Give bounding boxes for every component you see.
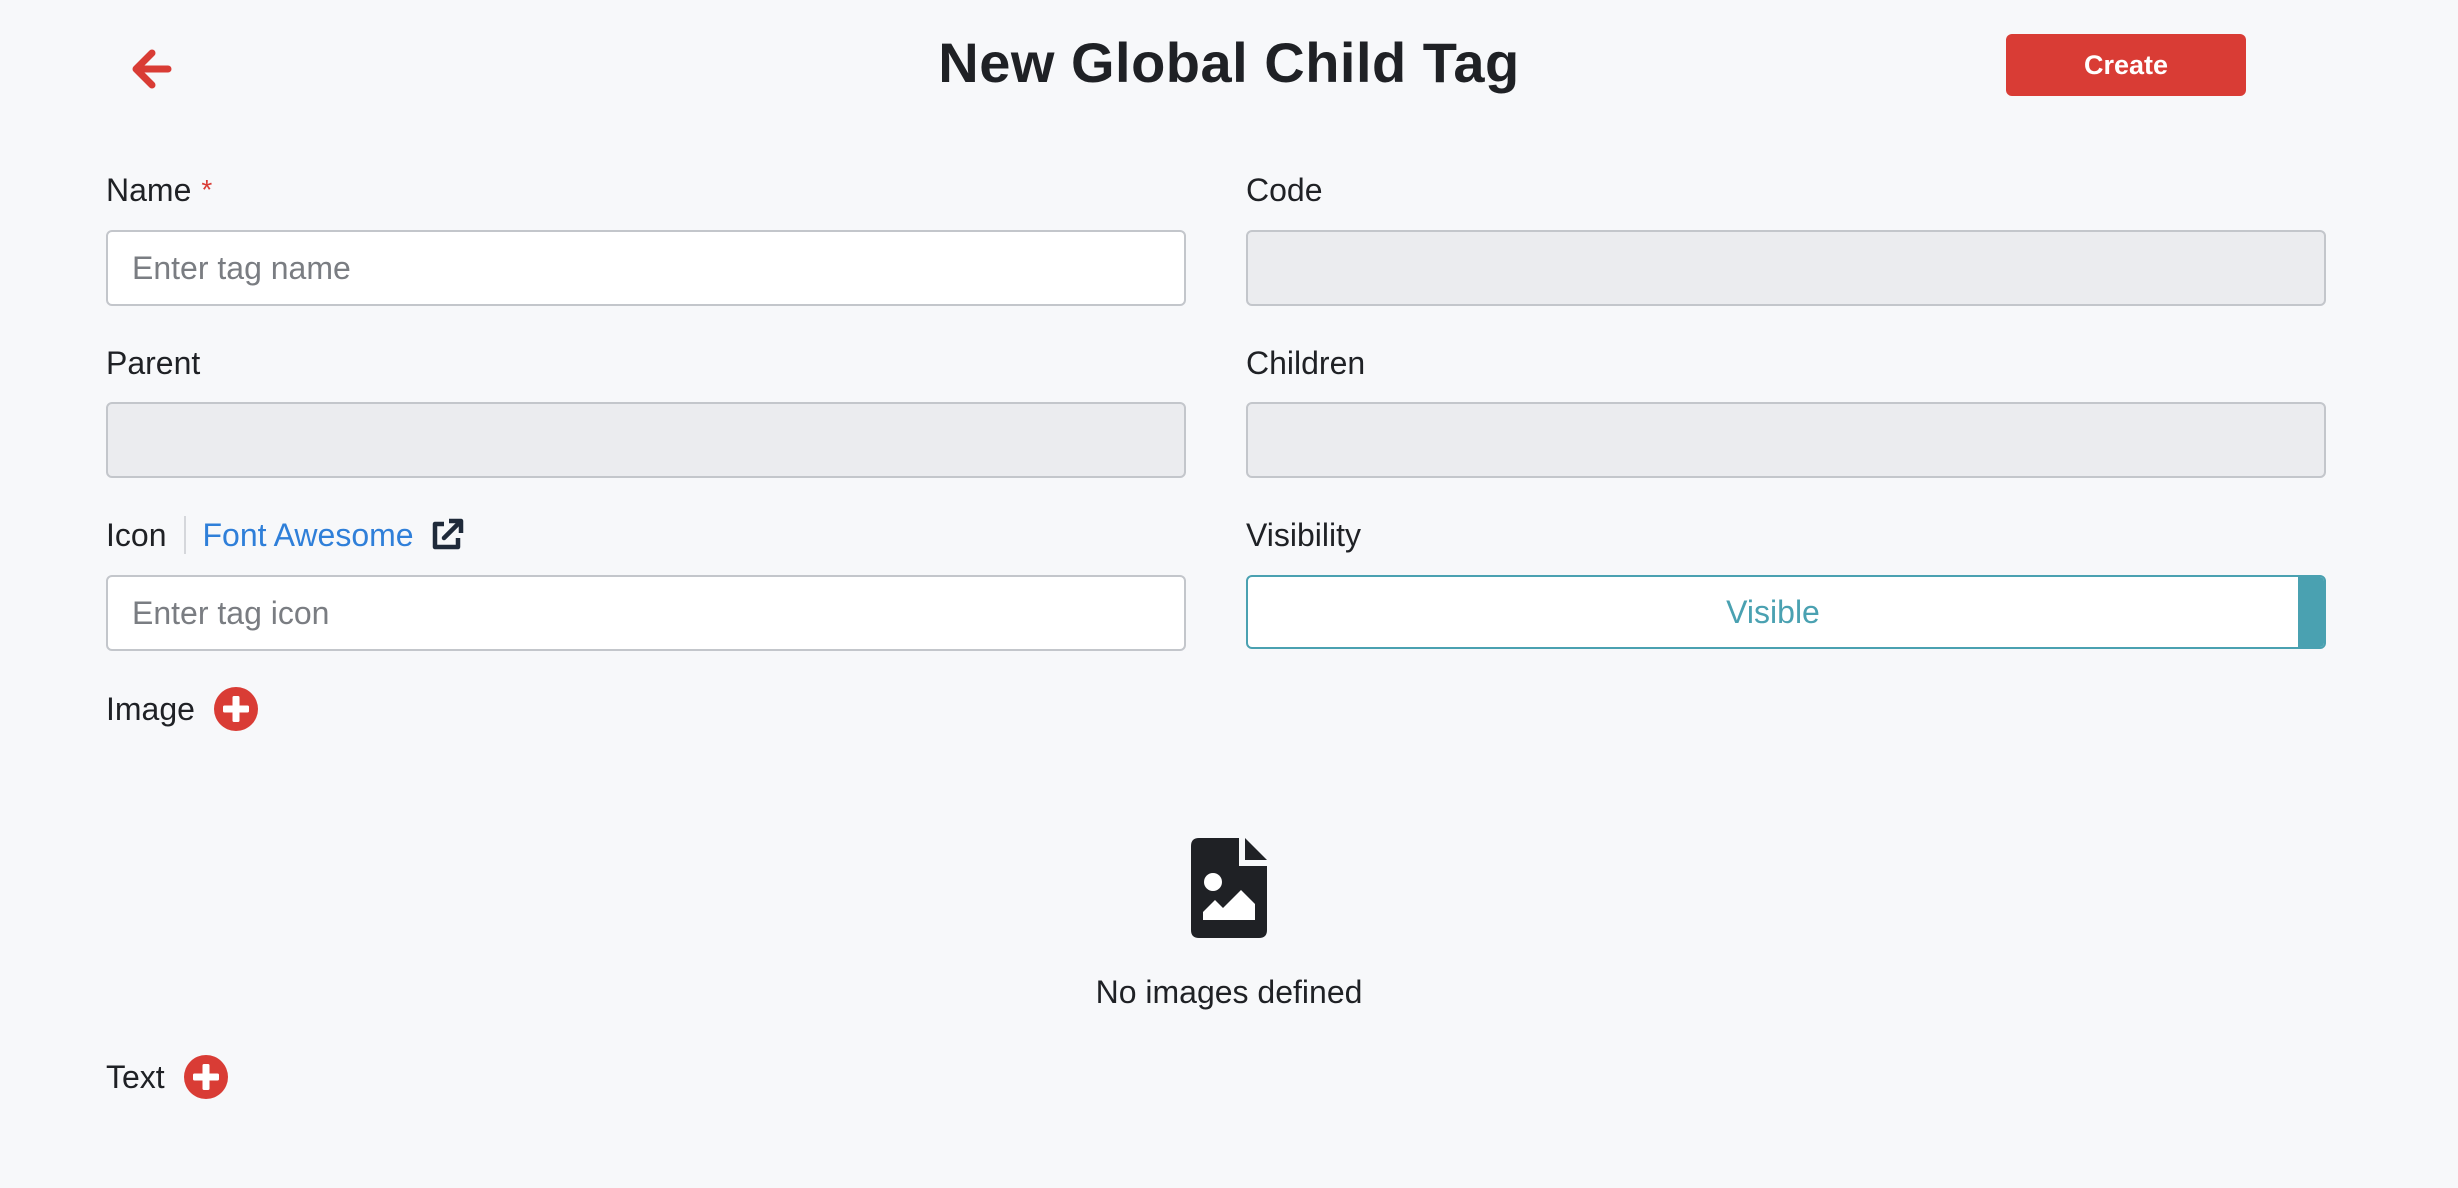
code-label: Code	[1246, 170, 1323, 210]
external-link-icon[interactable]	[430, 518, 464, 552]
children-input	[1246, 402, 2326, 478]
plus-circle-icon	[183, 1055, 228, 1099]
add-text-button[interactable]	[183, 1054, 229, 1100]
name-label-text: Name	[106, 171, 192, 208]
children-label: Children	[1246, 343, 1365, 383]
image-label-text: Image	[106, 690, 195, 727]
add-image-button[interactable]	[213, 686, 259, 732]
visibility-toggle[interactable]: Visible	[1246, 575, 2326, 649]
parent-label-text: Parent	[106, 344, 201, 381]
empty-images-text: No images defined	[1095, 974, 1363, 1010]
file-image-icon	[1191, 838, 1267, 938]
name-input[interactable]	[106, 230, 1186, 306]
required-mark: *	[201, 174, 213, 205]
visibility-value: Visible	[1726, 593, 1820, 630]
toggle-knob	[2298, 577, 2324, 647]
icon-label: Icon Font Awesome	[106, 515, 464, 555]
visibility-label-text: Visibility	[1246, 516, 1361, 553]
font-awesome-link[interactable]: Font Awesome	[202, 517, 413, 554]
text-label-text: Text	[106, 1058, 165, 1095]
children-label-text: Children	[1246, 344, 1366, 381]
label-divider	[184, 516, 187, 554]
parent-label: Parent	[106, 343, 200, 383]
name-label: Name *	[106, 170, 212, 210]
text-label: Text	[106, 1053, 229, 1101]
create-button[interactable]: Create	[2006, 34, 2246, 96]
plus-circle-icon	[213, 687, 258, 731]
parent-input	[106, 402, 1186, 478]
visibility-label: Visibility	[1246, 515, 1361, 555]
images-empty-state: No images defined	[0, 838, 2458, 1011]
image-label: Image	[106, 685, 259, 733]
page-header: New Global Child Tag Create	[0, 0, 2458, 130]
icon-label-text: Icon	[106, 516, 167, 553]
code-label-text: Code	[1246, 171, 1323, 208]
icon-input[interactable]	[106, 575, 1186, 651]
code-input	[1246, 230, 2326, 306]
